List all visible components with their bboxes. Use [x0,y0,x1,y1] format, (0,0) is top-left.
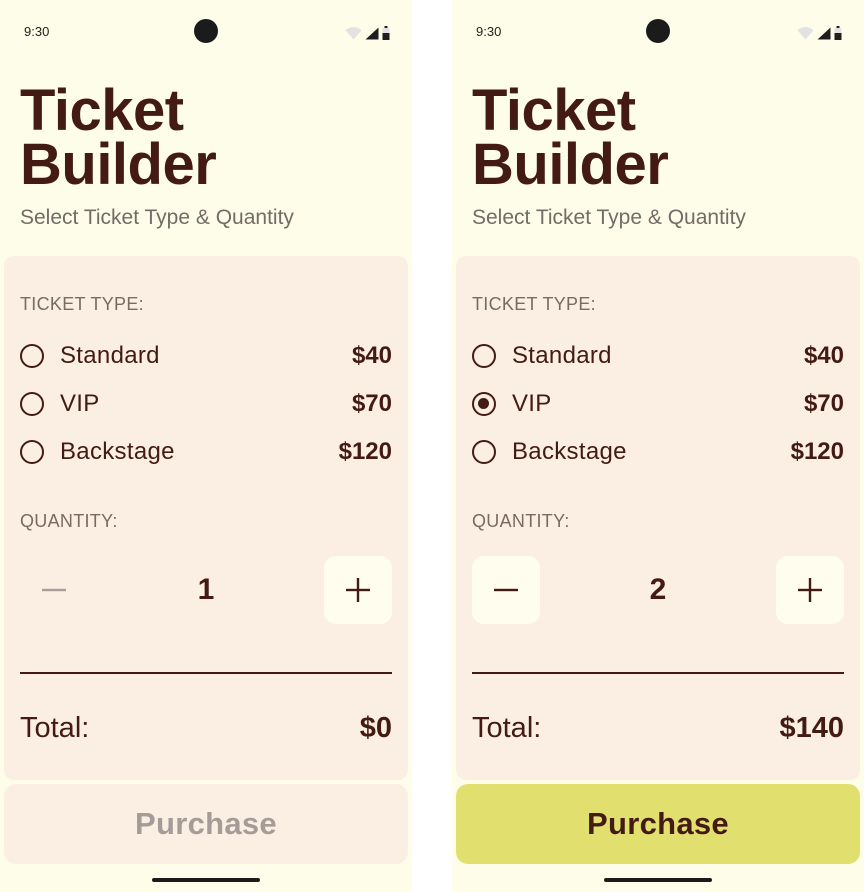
radio-button-selected[interactable] [472,392,496,416]
option-price: $70 [351,390,392,417]
home-indicator[interactable] [152,878,260,882]
total-label: Total: [472,711,542,744]
status-bar: 9:30 [452,0,864,64]
total-label: Total: [20,711,90,744]
ticket-card: TICKET TYPE: Standard $40 VIP $70 Backst… [456,256,860,780]
radio-button[interactable] [472,440,496,464]
ticket-option-backstage[interactable]: Backstage $120 [20,432,392,472]
radio-button[interactable] [20,344,44,368]
camera-cutout [194,19,218,43]
signal-icon [365,27,379,39]
ticket-option-vip[interactable]: VIP $70 [472,384,844,424]
increment-button[interactable] [776,556,844,624]
decrement-button[interactable] [472,556,540,624]
option-price: $40 [803,342,844,369]
option-price: $70 [803,390,844,417]
option-name: Backstage [512,438,627,465]
divider [20,672,392,674]
ticket-type-label: TICKET TYPE: [472,294,596,314]
total-row: Total: $140 [472,708,844,748]
signal-icon [817,27,831,39]
quantity-label: QUANTITY: [20,511,118,531]
title-line-1: Ticket [20,78,184,143]
quantity-value: 1 [197,573,215,606]
ticket-option-vip[interactable]: VIP $70 [20,384,392,424]
wifi-icon [797,26,814,39]
radio-button[interactable] [472,344,496,368]
quantity-stepper: 1 [20,556,392,624]
total-value: $140 [779,711,844,744]
quantity-stepper: 2 [472,556,844,624]
ticket-option-standard[interactable]: Standard $40 [472,336,844,376]
page-title: Ticket Builder [20,78,217,197]
radio-button[interactable] [20,392,44,416]
ticket-option-backstage[interactable]: Backstage $120 [472,432,844,472]
option-name: Standard [60,342,160,369]
option-name: VIP [60,390,100,417]
page-subtitle: Select Ticket Type & Quantity [20,206,294,229]
ticket-type-label: TICKET TYPE: [20,294,144,314]
purchase-button[interactable]: Purchase [456,784,860,864]
wifi-icon [345,26,362,39]
plus-icon [798,578,822,602]
ticket-option-standard[interactable]: Standard $40 [20,336,392,376]
camera-cutout [646,19,670,43]
increment-button[interactable] [324,556,392,624]
option-price: $40 [351,342,392,369]
title-line-1: Ticket [472,78,636,143]
screens-container: 9:30 Ticket Builder Select Ticket Type &… [0,0,864,892]
status-bar: 9:30 [0,0,412,64]
phone-screen-selected: 9:30 Ticket Builder Select Ticket Type &… [452,0,864,892]
status-time: 9:30 [476,24,502,39]
phone-screen-initial: 9:30 Ticket Builder Select Ticket Type &… [0,0,412,892]
plus-icon [346,578,370,602]
option-name: Backstage [60,438,175,465]
option-price: $120 [790,438,844,465]
minus-icon [42,588,66,592]
divider [472,672,844,674]
quantity-value: 2 [649,573,667,606]
purchase-button[interactable]: Purchase [4,784,408,864]
option-name: Standard [512,342,612,369]
battery-icon [382,26,390,40]
option-name: VIP [512,390,552,417]
minus-icon [494,588,518,592]
page-title: Ticket Builder [472,78,669,197]
title-line-2: Builder [20,132,217,197]
total-value: $0 [359,711,392,744]
decrement-button[interactable] [20,556,88,624]
status-time: 9:30 [24,24,50,39]
radio-button[interactable] [20,440,44,464]
quantity-label: QUANTITY: [472,511,570,531]
total-row: Total: $0 [20,708,392,748]
home-indicator[interactable] [604,878,712,882]
status-icons [797,26,842,40]
status-icons [345,26,390,40]
option-price: $120 [338,438,392,465]
ticket-card: TICKET TYPE: Standard $40 VIP $70 Backst… [4,256,408,780]
title-line-2: Builder [472,132,669,197]
page-subtitle: Select Ticket Type & Quantity [472,206,746,229]
battery-icon [834,26,842,40]
